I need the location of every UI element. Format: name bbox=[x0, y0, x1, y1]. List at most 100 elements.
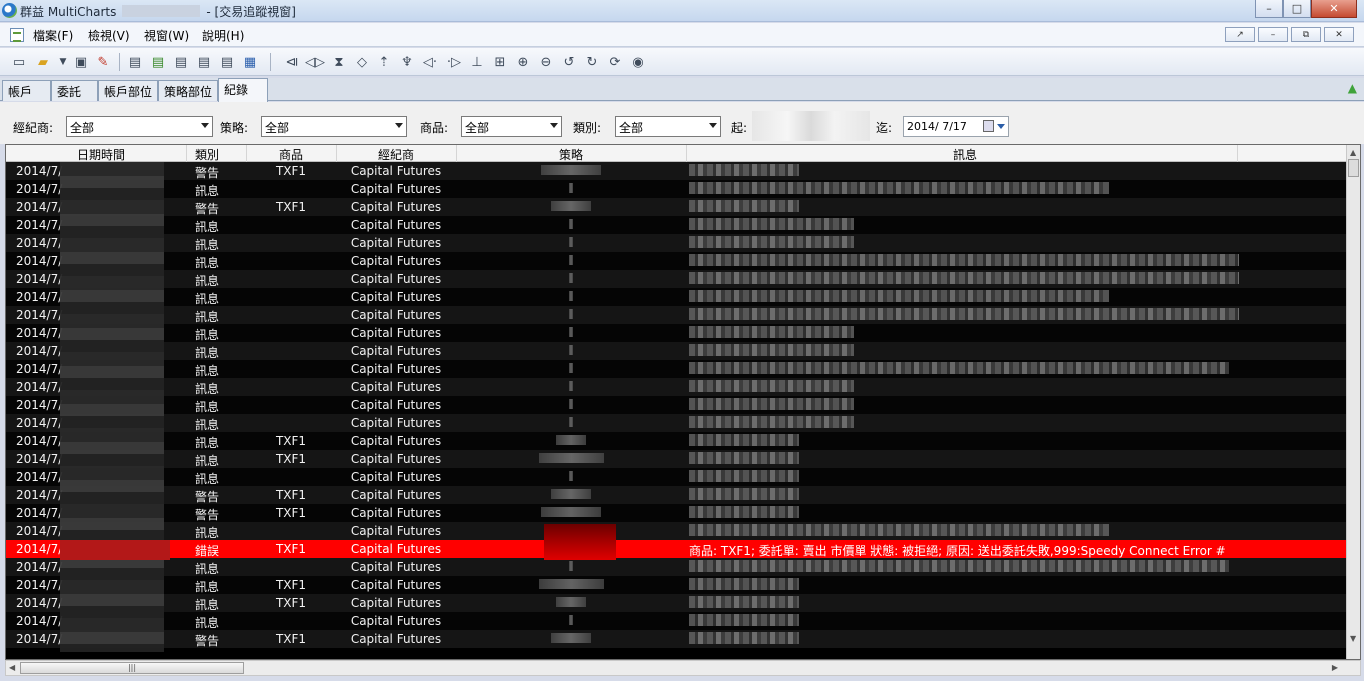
tab-strategy-positions[interactable]: 策略部位 bbox=[158, 80, 218, 101]
menu-help[interactable]: 說明(H) bbox=[202, 27, 244, 44]
spin-icon[interactable]: ◇ bbox=[354, 54, 370, 70]
table-row[interactable]: 2014/7/訊息 Capital Futures bbox=[6, 180, 1348, 198]
zoom-out-icon[interactable]: ⊖ bbox=[538, 54, 554, 70]
to-date-picker[interactable]: 2014/ 7/17 bbox=[903, 116, 1009, 137]
open-folder-icon[interactable]: ▰ bbox=[35, 54, 51, 70]
horizontal-scroll-thumb[interactable]: ||| bbox=[20, 662, 244, 674]
menu-file[interactable]: 檔案(F) bbox=[33, 27, 73, 44]
hourglass-icon[interactable]: ⧗ bbox=[331, 54, 347, 70]
strategy-select[interactable]: 全部 bbox=[261, 116, 407, 137]
mdi-restore-button[interactable]: ⧉ bbox=[1291, 27, 1321, 42]
scroll-left-icon[interactable]: ◀ bbox=[9, 663, 15, 672]
horizontal-scrollbar[interactable]: ◀ ||| ▶ bbox=[5, 660, 1361, 676]
eye-icon[interactable]: ◉ bbox=[630, 54, 646, 70]
table-row[interactable]: 2014/7/訊息 TXF1 Capital Futures bbox=[6, 432, 1348, 450]
close-button[interactable]: ✕ bbox=[1311, 0, 1357, 18]
play-back-icon[interactable]: ◁▷ bbox=[305, 54, 325, 70]
undo-icon[interactable]: ↺ bbox=[561, 54, 577, 70]
col-datetime[interactable]: 日期時間 bbox=[16, 146, 186, 163]
anchor-icon[interactable]: ⊥ bbox=[469, 54, 485, 70]
vertical-scrollbar[interactable]: ▲ ▼ bbox=[1346, 145, 1360, 659]
table-row[interactable]: 2014/7/訊息 Capital Futures bbox=[6, 558, 1348, 576]
from-date-picker-redacted[interactable] bbox=[752, 111, 870, 141]
save-icon[interactable]: ▣ bbox=[73, 54, 89, 70]
menu-window[interactable]: 視窗(W) bbox=[144, 27, 189, 44]
table-row[interactable]: 2014/7/訊息 TXF1 Capital Futures bbox=[6, 594, 1348, 612]
table-row[interactable]: 2014/7/訊息 Capital Futures bbox=[6, 414, 1348, 432]
scroll-down-icon[interactable]: ▼ bbox=[1350, 634, 1356, 643]
scroll-up-icon[interactable]: ▲ bbox=[1350, 148, 1356, 157]
cell-message bbox=[689, 434, 1241, 448]
vertical-scroll-thumb[interactable] bbox=[1348, 159, 1359, 177]
col-broker[interactable]: 經紀商 bbox=[336, 146, 456, 163]
col-type[interactable]: 類別 bbox=[182, 146, 232, 163]
table-row[interactable]: 2014/7/訊息 Capital Futures bbox=[6, 234, 1348, 252]
doc-1-icon[interactable]: ▤ bbox=[127, 54, 143, 70]
cell-product: TXF1 bbox=[275, 164, 307, 178]
col-divider[interactable] bbox=[686, 145, 687, 162]
expand-icon[interactable]: ⊞ bbox=[492, 54, 508, 70]
table-row[interactable]: 2014/7/訊息 Capital Futures bbox=[6, 522, 1348, 540]
col-message[interactable]: 訊息 bbox=[689, 146, 1241, 163]
table-row[interactable]: 2014/7/訊息 Capital Futures bbox=[6, 378, 1348, 396]
table-row[interactable]: 2014/7/訊息 Capital Futures bbox=[6, 468, 1348, 486]
right-icon[interactable]: ·▷ bbox=[446, 54, 462, 70]
table-row[interactable]: 2014/7/警告 TXF1 Capital Futures bbox=[6, 630, 1348, 648]
doc-2-icon[interactable]: ▤ bbox=[150, 54, 166, 70]
col-divider[interactable] bbox=[1237, 145, 1238, 162]
redacted-message bbox=[689, 182, 1109, 194]
menu-view[interactable]: 檢視(V) bbox=[88, 27, 130, 44]
tab-orders[interactable]: 委託單 bbox=[51, 80, 98, 116]
table-row[interactable]: 2014/7/訊息 TXF1 Capital Futures bbox=[6, 576, 1348, 594]
maximize-button[interactable]: □ bbox=[1283, 0, 1311, 18]
new-window-icon[interactable]: ▭ bbox=[11, 54, 27, 70]
doc-4-icon[interactable]: ▤ bbox=[196, 54, 212, 70]
redacted-strategy bbox=[569, 219, 573, 229]
table-row[interactable]: 2014/7/訊息 TXF1 Capital Futures bbox=[6, 450, 1348, 468]
table-row[interactable]: 2014/7/訊息 Capital Futures bbox=[6, 252, 1348, 270]
broker-select[interactable]: 全部 bbox=[66, 116, 213, 137]
scroll-right-icon[interactable]: ▶ bbox=[1332, 663, 1338, 672]
col-divider[interactable] bbox=[246, 145, 247, 162]
tab-accounts[interactable]: 帳戶 bbox=[2, 80, 51, 101]
table-row[interactable]: 2014/7/警告 TXF1 Capital Futures bbox=[6, 504, 1348, 522]
zoom-in-icon[interactable]: ⊕ bbox=[515, 54, 531, 70]
left-icon[interactable]: ◁· bbox=[422, 54, 438, 70]
up-icon[interactable]: ⇡ bbox=[376, 54, 392, 70]
toolbar-separator bbox=[119, 53, 120, 71]
table-row[interactable]: 2014/7/訊息 Capital Futures bbox=[6, 216, 1348, 234]
table-row[interactable]: 2014/7/訊息 Capital Futures bbox=[6, 396, 1348, 414]
table-row[interactable]: 2014/7/訊息 Capital Futures bbox=[6, 288, 1348, 306]
redo-1-icon[interactable]: ↻ bbox=[584, 54, 600, 70]
table-row[interactable]: 2014/7/警告 TXF1 Capital Futures bbox=[6, 486, 1348, 504]
mdi-close-button[interactable]: ✕ bbox=[1324, 27, 1354, 42]
type-select[interactable]: 全部 bbox=[615, 116, 721, 137]
document-window-icon[interactable] bbox=[10, 28, 24, 42]
tab-account-positions[interactable]: 帳戶部位 bbox=[98, 80, 158, 101]
edit-icon[interactable]: ✎ bbox=[95, 54, 111, 70]
doc-5-icon[interactable]: ▤ bbox=[219, 54, 235, 70]
table-row[interactable]: 2014/7/警告 TXF1 Capital Futures bbox=[6, 162, 1348, 180]
tab-logs[interactable]: 紀錄 bbox=[218, 78, 268, 102]
mdi-popout-button[interactable]: ↗ bbox=[1225, 27, 1255, 42]
table-row[interactable]: 2014/7/訊息 Capital Futures bbox=[6, 306, 1348, 324]
pin-icon[interactable]: ♆ bbox=[399, 54, 415, 70]
redo-2-icon[interactable]: ⟳ bbox=[607, 54, 623, 70]
table-row[interactable]: 2014/7/訊息 Capital Futures bbox=[6, 324, 1348, 342]
collapse-up-icon[interactable]: ▲ bbox=[1348, 81, 1357, 95]
table-row[interactable]: 2014/7/訊息 Capital Futures bbox=[6, 270, 1348, 288]
table-row[interactable]: 2014/7/訊息 Capital Futures bbox=[6, 360, 1348, 378]
col-product[interactable]: 商品 bbox=[261, 146, 321, 163]
table-row[interactable]: 2014/7/訊息 Capital Futures bbox=[6, 612, 1348, 630]
mdi-minimize-button[interactable]: – bbox=[1258, 27, 1288, 42]
minimize-button[interactable]: – bbox=[1255, 0, 1283, 18]
doc-6-icon[interactable]: ▦ bbox=[242, 54, 258, 70]
doc-3-icon[interactable]: ▤ bbox=[173, 54, 189, 70]
col-strategy[interactable]: 策略 bbox=[456, 146, 686, 163]
dropdown-icon[interactable]: ▼ bbox=[55, 54, 71, 70]
product-select[interactable]: 全部 bbox=[461, 116, 562, 137]
table-row[interactable]: 2014/7/警告 TXF1 Capital Futures bbox=[6, 198, 1348, 216]
first-bar-icon[interactable]: ⧏ bbox=[284, 54, 300, 70]
table-row[interactable]: 2014/7/訊息 Capital Futures bbox=[6, 342, 1348, 360]
table-row-error[interactable]: 2014/7/錯誤 TXF1 Capital Futures 商品: TXF1; 委託… bbox=[6, 540, 1348, 558]
